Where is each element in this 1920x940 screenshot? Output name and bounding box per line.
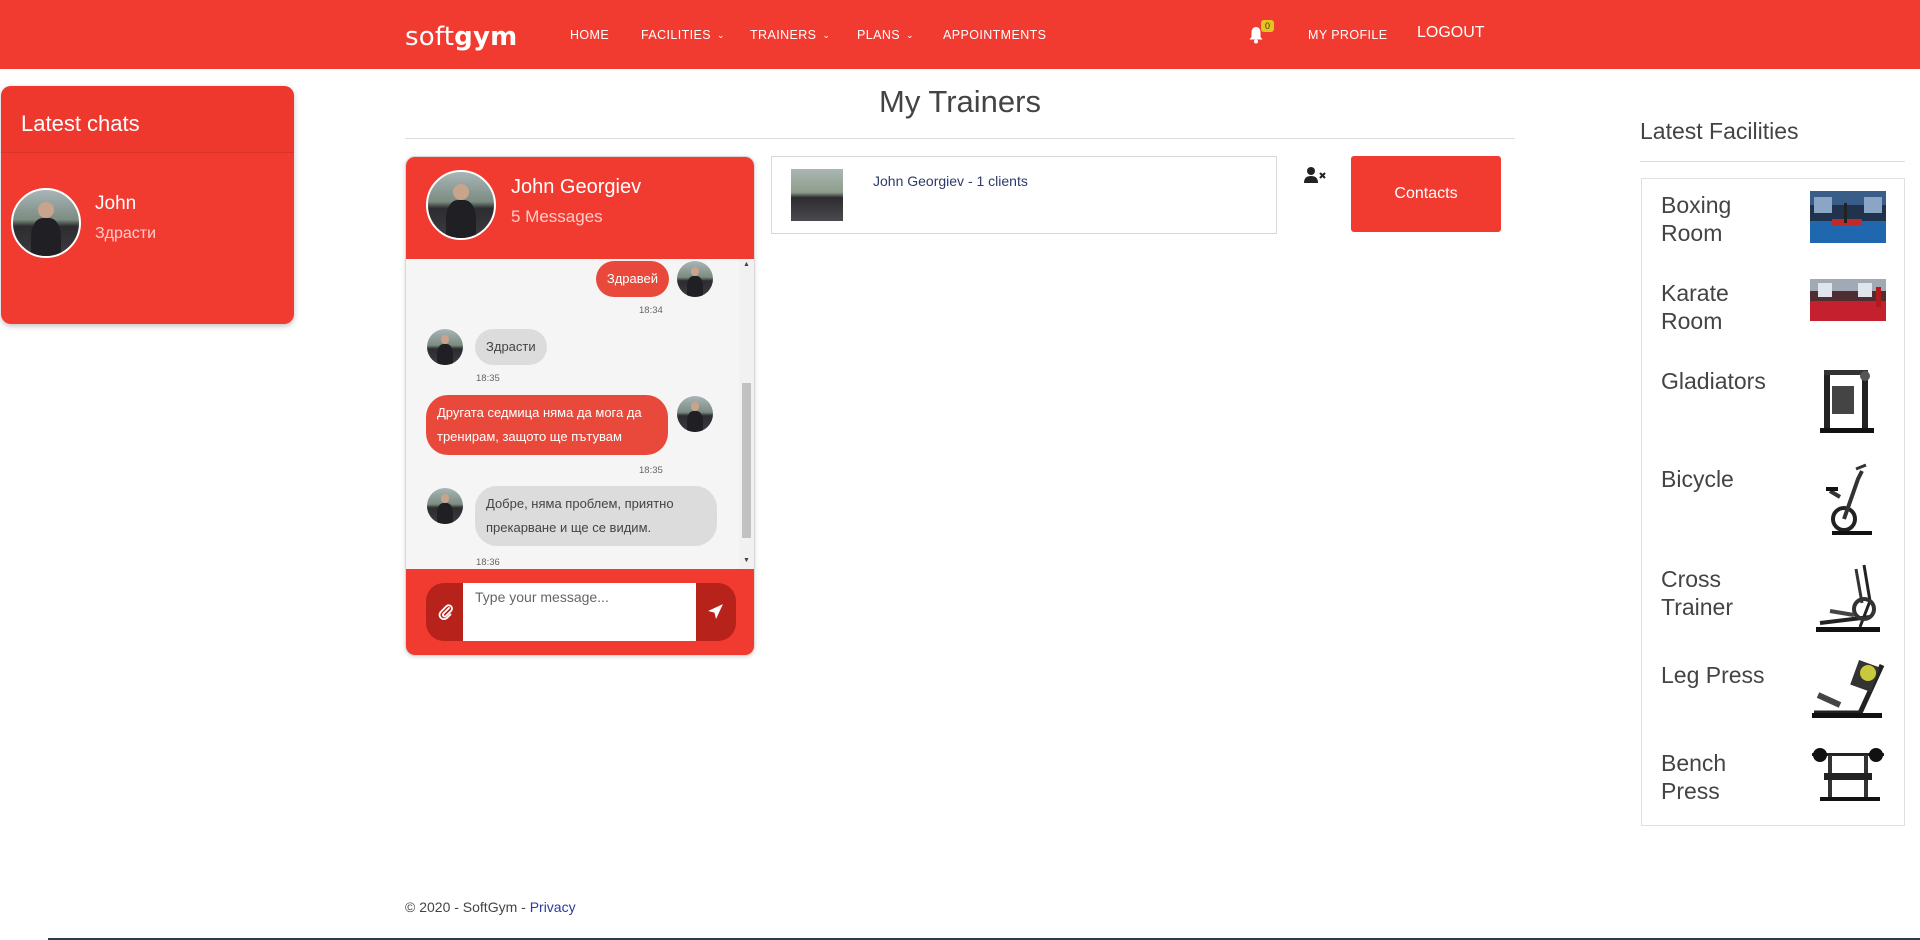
chat-last-message: Здрасти [95, 225, 157, 242]
message-time: 18:35 [476, 373, 500, 384]
chat-window: John Georgiev 5 Messages Здравей 18:34 З… [405, 156, 755, 656]
bicycle-machine-photo-icon [1826, 463, 1872, 535]
boxing-room-photo-icon [1810, 191, 1886, 243]
message-bubble-out: Здравей [595, 261, 669, 297]
facility-name: Cross Trainer [1661, 566, 1733, 620]
chat-contact-name: John [95, 193, 137, 214]
send-arrow-icon [708, 604, 723, 619]
facility-item-cross-trainer[interactable]: Cross Trainer [1642, 564, 1904, 657]
paperclip-icon [438, 604, 453, 620]
scroll-up-arrow-icon[interactable]: ▲ [743, 261, 750, 268]
nav-trainers-dropdown[interactable]: TRAINERS ⌄ [750, 28, 830, 42]
footer-copyright: © 2020 - SoftGym - [405, 899, 530, 915]
nav-appointments[interactable]: APPOINTMENTS [943, 28, 1046, 42]
avatar [426, 170, 496, 240]
facility-item-leg-press[interactable]: Leg Press [1642, 660, 1904, 753]
send-button[interactable] [696, 583, 736, 641]
attach-button[interactable] [426, 583, 464, 641]
latest-chats-header: Latest chats [1, 86, 294, 153]
chat-header: John Georgiev 5 Messages [406, 157, 754, 259]
facility-name: Karate Room [1661, 280, 1729, 334]
brand-logo[interactable]: softgym [405, 22, 517, 52]
message-bubble-out: Другата седмица няма да мога да тренирам… [426, 395, 668, 455]
latest-chat-item[interactable]: John Здрасти [0, 180, 293, 260]
message-time: 18:35 [639, 465, 663, 476]
gladiators-machine-photo-icon [1820, 370, 1874, 433]
avatar [677, 396, 713, 432]
facility-item-gladiators[interactable]: Gladiators [1642, 367, 1904, 457]
nav-facilities-dropdown[interactable]: FACILITIES ⌄ [641, 28, 725, 42]
divider [405, 138, 1515, 139]
top-navbar: softgym HOME FACILITIES ⌄ TRAINERS ⌄ PLANS… [0, 0, 1920, 69]
remove-user-icon[interactable] [1303, 166, 1327, 184]
facility-name: Bench Press [1661, 750, 1727, 804]
chat-partner-name: John Georgiev [511, 176, 642, 198]
message-time: 18:36 [476, 557, 500, 568]
latest-facilities-title: Latest Facilities [1640, 118, 1799, 144]
chat-messages[interactable]: Здравей 18:34 Здрасти 18:35 Другата седм… [406, 259, 754, 569]
trainer-name-clients: John Georgiev - 1 clients [873, 173, 1028, 189]
message-time: 18:34 [639, 305, 663, 316]
karate-room-photo-icon [1810, 279, 1886, 321]
chat-message-count: 5 Messages [511, 207, 603, 226]
facility-item-karate-room[interactable]: Karate Room [1642, 279, 1904, 357]
trainer-card[interactable]: John Georgiev - 1 clients [771, 156, 1277, 234]
latest-chats-title: Latest chats [21, 111, 140, 136]
privacy-link[interactable]: Privacy [530, 899, 576, 915]
facility-name: Boxing Room [1661, 192, 1732, 246]
message-bubble-in: Добре, няма проблем, приятно прекарване … [475, 486, 717, 546]
avatar [427, 329, 463, 365]
scrollbar-thumb[interactable] [742, 383, 751, 538]
cross-trainer-photo-icon [1816, 564, 1880, 632]
facility-item-bench-press[interactable]: Bench Press [1642, 748, 1904, 819]
avatar [677, 261, 713, 297]
leg-press-photo-icon [1812, 660, 1885, 718]
bench-press-photo-icon [1812, 748, 1884, 801]
facility-name: Gladiators [1661, 368, 1766, 394]
nav-my-profile[interactable]: MY PROFILE [1308, 28, 1387, 42]
facility-item-bicycle[interactable]: Bicycle [1642, 463, 1904, 559]
nav-home[interactable]: HOME [570, 28, 609, 42]
page-title: My Trainers [879, 84, 1041, 119]
nav-plans-dropdown[interactable]: PLANS ⌄ [857, 28, 914, 42]
chevron-down-icon: ⌄ [906, 30, 914, 40]
avatar [427, 488, 463, 524]
avatar [11, 188, 81, 258]
contacts-button[interactable]: Contacts [1351, 156, 1501, 232]
message-input[interactable] [463, 583, 697, 641]
divider [1640, 161, 1905, 162]
chat-composer [406, 569, 754, 655]
facility-name: Leg Press [1661, 662, 1765, 688]
logout-link[interactable]: LOGOUT [1417, 24, 1485, 42]
footer: © 2020 - SoftGym - Privacy [405, 899, 576, 915]
chevron-down-icon: ⌄ [717, 30, 725, 40]
facility-item-boxing-room[interactable]: Boxing Room [1642, 191, 1904, 269]
chevron-down-icon: ⌄ [822, 30, 831, 40]
trainer-photo [791, 169, 843, 221]
facilities-list: Boxing Room Karate Room Gladiators Bicyc… [1641, 178, 1905, 826]
chat-scrollbar[interactable]: ▲ ▼ [739, 259, 754, 569]
scroll-down-arrow-icon[interactable]: ▼ [743, 557, 750, 564]
facility-name: Bicycle [1661, 466, 1734, 492]
message-bubble-in: Здрасти [475, 329, 547, 365]
notification-count-badge: 0 [1261, 20, 1274, 32]
